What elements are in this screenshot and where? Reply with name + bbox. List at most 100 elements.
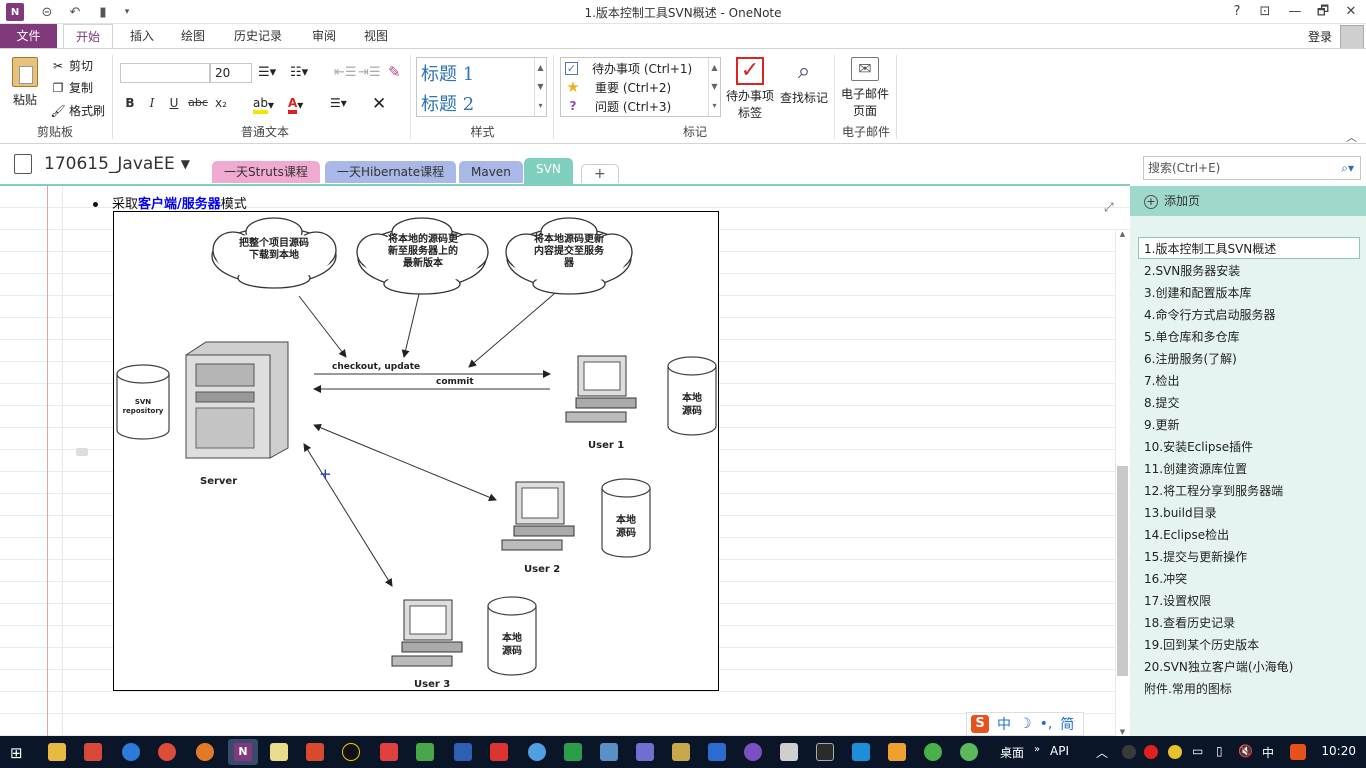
- copy-button[interactable]: ❐ 复制: [50, 79, 93, 96]
- page-list-item[interactable]: 19.回到某个历史版本: [1144, 636, 1259, 653]
- search-input[interactable]: 搜索(Ctrl+E) ⌕▾: [1143, 156, 1361, 180]
- page-list-item[interactable]: 7.检出: [1144, 372, 1179, 389]
- sogou-tray-icon[interactable]: [1290, 744, 1306, 760]
- page-list-item[interactable]: 10.安装Eclipse插件: [1144, 438, 1253, 455]
- tab-view[interactable]: 视图: [352, 24, 400, 49]
- page-list-item[interactable]: 13.build目录: [1144, 504, 1217, 521]
- windows-start-icon[interactable]: ⊞: [10, 744, 23, 762]
- subscript-button[interactable]: x₂: [212, 96, 230, 110]
- numbering-button[interactable]: ☷▾: [290, 65, 308, 80]
- qat-customize-icon[interactable]: ▾: [118, 3, 136, 21]
- add-page-button[interactable]: + 添加页: [1130, 186, 1366, 216]
- search-icon[interactable]: ⌕▾: [1341, 157, 1354, 179]
- tab-review[interactable]: 审阅: [300, 24, 348, 49]
- section-tab-svn[interactable]: SVN: [524, 158, 573, 186]
- page-list-item[interactable]: 5.单仓库和多仓库: [1144, 328, 1239, 345]
- notebook-selector[interactable]: 170615_JavaEE ▼: [14, 154, 190, 174]
- page-canvas[interactable]: 采取客户端/服务器模式 + 把整个项目源码 下载到本地 将本地的源码更 新至服务…: [0, 186, 1130, 736]
- page-list-item[interactable]: 12.将工程分享到服务器端: [1144, 482, 1283, 499]
- page-scrollbar[interactable]: ▲ ▼: [1115, 230, 1129, 736]
- style-heading2[interactable]: 标题 2: [421, 90, 474, 116]
- page-list-item[interactable]: 8.提交: [1144, 394, 1179, 411]
- tag-todo[interactable]: ✓ 待办事项 (Ctrl+1): [565, 59, 692, 77]
- delete-button[interactable]: ✕: [372, 94, 386, 114]
- avatar[interactable]: [1340, 25, 1364, 49]
- tab-draw[interactable]: 绘图: [169, 24, 217, 49]
- page-list-item[interactable]: 14.Eclipse检出: [1144, 526, 1229, 543]
- explorer-icon[interactable]: [48, 743, 66, 761]
- api-toolbar[interactable]: API: [1050, 744, 1069, 758]
- page-list-item[interactable]: 15.提交与更新操作: [1144, 548, 1247, 565]
- app-m-icon[interactable]: [306, 743, 324, 761]
- style-heading1[interactable]: 标题 1: [421, 60, 474, 86]
- find-tags-button[interactable]: ⌕ 查找标记: [778, 57, 830, 106]
- page-list-item[interactable]: 1.版本控制工具SVN概述: [1144, 240, 1276, 257]
- onenote-task-icon[interactable]: N: [228, 739, 258, 765]
- dock-icon[interactable]: ▮: [94, 3, 112, 21]
- ie-icon[interactable]: [122, 743, 140, 761]
- tags-scroll[interactable]: ▲ ▼ ▾: [708, 58, 720, 116]
- bullet-paragraph[interactable]: 采取客户端/服务器模式: [93, 193, 247, 212]
- battery-icon[interactable]: ▯: [1216, 744, 1223, 758]
- cut-button[interactable]: ✂ 剪切: [50, 57, 93, 74]
- input-language[interactable]: 中: [1262, 744, 1274, 761]
- page-list-item[interactable]: 17.设置权限: [1144, 592, 1211, 609]
- moon-icon[interactable]: ☽: [1019, 716, 1032, 732]
- firefox-icon[interactable]: [196, 743, 214, 761]
- app-icon[interactable]: [564, 743, 582, 761]
- page-list-item[interactable]: 4.命令行方式启动服务器: [1144, 306, 1275, 323]
- record-icon[interactable]: [1144, 745, 1158, 759]
- ribbon-display-button[interactable]: ⊡: [1252, 2, 1278, 22]
- desktop-toolbar[interactable]: 桌面: [1000, 744, 1024, 761]
- network-icon[interactable]: ▭: [1192, 744, 1203, 758]
- svn-architecture-diagram[interactable]: + 把整个项目源码 下载到本地 将本地的源码更 新至服务器上的 最新版本 将本地源码更…: [113, 211, 719, 691]
- app-icon[interactable]: [380, 743, 398, 761]
- ime-toolbar[interactable]: S 中 ☽ •, 简: [966, 712, 1084, 736]
- tab-history[interactable]: 历史记录: [222, 24, 294, 49]
- notepad-icon[interactable]: [270, 743, 288, 761]
- chrome-icon[interactable]: [158, 743, 176, 761]
- styles-scroll[interactable]: ▲ ▼ ▾: [534, 58, 546, 116]
- align-button[interactable]: ☰▾: [330, 96, 347, 110]
- font-name-combo[interactable]: [120, 63, 210, 83]
- page-list-item[interactable]: 6.注册服务(了解): [1144, 350, 1237, 367]
- maximize-button[interactable]: 🗗: [1310, 2, 1336, 22]
- tray-chevron-icon[interactable]: »: [1034, 744, 1040, 755]
- app-icon[interactable]: [416, 743, 434, 761]
- section-tab-hibernate[interactable]: 一天Hibernate课程: [325, 161, 457, 183]
- app-icon[interactable]: [888, 743, 906, 761]
- clear-format-button[interactable]: ✎: [388, 63, 401, 81]
- email-page-button[interactable]: ✉ 电子邮件 页面: [838, 57, 892, 119]
- app-icon[interactable]: [600, 743, 618, 761]
- increase-indent-button[interactable]: ⇥☰: [358, 65, 381, 80]
- tab-insert[interactable]: 插入: [118, 24, 166, 49]
- tab-home[interactable]: 开始: [63, 24, 114, 49]
- underline-button[interactable]: U: [165, 96, 183, 110]
- onenote-app-icon[interactable]: N: [6, 3, 24, 21]
- page-list-item[interactable]: 11.创建资源库位置: [1144, 460, 1247, 477]
- page-list-item[interactable]: 18.查看历史记录: [1144, 614, 1235, 631]
- page-list-item[interactable]: 16.冲突: [1144, 570, 1187, 587]
- app-icon[interactable]: [672, 743, 690, 761]
- tray-icon[interactable]: [1122, 745, 1136, 759]
- page-list-item[interactable]: 2.SVN服务器安装: [1144, 262, 1240, 279]
- bullets-button[interactable]: ☰▾: [258, 65, 276, 80]
- app-icon[interactable]: [960, 743, 978, 761]
- page-list-item[interactable]: 20.SVN独立客户端(小海龟): [1144, 658, 1293, 675]
- app-icon[interactable]: [528, 743, 546, 761]
- paste-button[interactable]: 粘贴: [8, 57, 42, 108]
- paragraph-handle[interactable]: [76, 448, 88, 456]
- tab-file[interactable]: 文件: [0, 24, 57, 49]
- qq-icon[interactable]: [342, 743, 360, 761]
- app-icon[interactable]: [780, 743, 798, 761]
- ime-simplified[interactable]: 简: [1060, 714, 1074, 734]
- scrollbar-thumb[interactable]: [1117, 466, 1128, 676]
- app-icon[interactable]: [852, 743, 870, 761]
- highlight-button[interactable]: ab ▾: [253, 96, 274, 114]
- vs-icon[interactable]: [454, 743, 472, 761]
- section-tab-maven[interactable]: Maven: [459, 161, 523, 183]
- app-icon[interactable]: [84, 743, 102, 761]
- app-icon[interactable]: [816, 743, 834, 761]
- collapse-ribbon-icon[interactable]: ︿: [1346, 129, 1357, 145]
- section-tab-struts[interactable]: 一天Struts课程: [212, 161, 320, 183]
